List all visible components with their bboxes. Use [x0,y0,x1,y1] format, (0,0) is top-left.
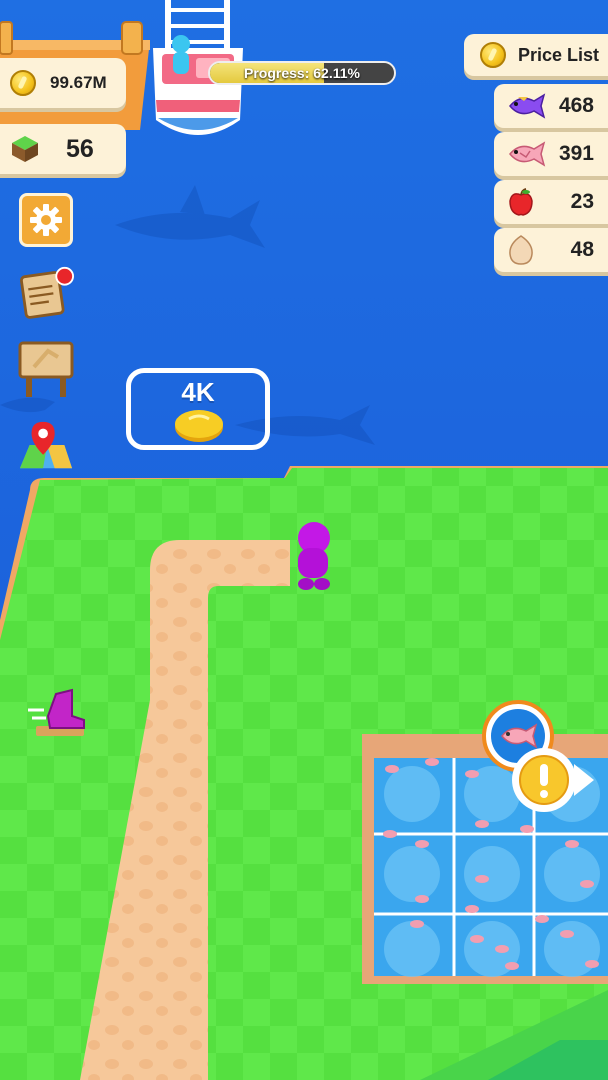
settings-icon [30,204,62,236]
price-value: 23 [570,190,594,213]
price-list-title: Price List [518,44,600,65]
price-list-header[interactable]: Price List [464,34,608,76]
alert-marker[interactable] [512,748,576,812]
coin-icon [10,70,36,96]
settings-button[interactable] [18,192,74,248]
progress-label: Progress: 62.11% [244,65,360,81]
progress-bar: Progress: 62.11% [208,61,396,85]
coin-icon [175,410,223,442]
price-value: 48 [570,238,594,261]
block-amount: 56 [66,134,94,163]
quest-notepad-icon [20,266,74,319]
price-value: 468 [558,94,594,117]
price-row-pink-fish: 391 [494,132,608,176]
coin-counter: 99.67M [0,58,126,108]
pink-fish-icon [501,723,538,749]
player-character[interactable] [288,520,338,592]
exclamation-icon [519,755,569,805]
purple-fish-icon [509,93,546,119]
map-icon [19,421,73,469]
price-row-apple: 23 [494,180,608,224]
block-counter: 56 [0,124,126,174]
grass-block-icon [12,136,38,162]
signboard-button[interactable] [18,340,74,397]
price-row-purple-fish: 468 [494,84,608,128]
coin-icon [480,42,506,68]
coin-amount: 99.67M [50,73,107,92]
price-value: 391 [558,142,594,165]
unlock-cost: 4K [181,377,215,407]
apple-icon [509,188,533,216]
speed-boot-icon[interactable] [26,686,88,738]
unlock-zone[interactable]: 4K [126,368,270,450]
signboard-icon [18,341,74,397]
egg-icon [509,235,533,265]
pink-fish-icon [509,141,546,167]
alert-pointer-icon [574,764,594,796]
map-button[interactable] [18,418,74,474]
price-row-egg: 48 [494,228,608,272]
quest-button[interactable] [18,266,74,322]
